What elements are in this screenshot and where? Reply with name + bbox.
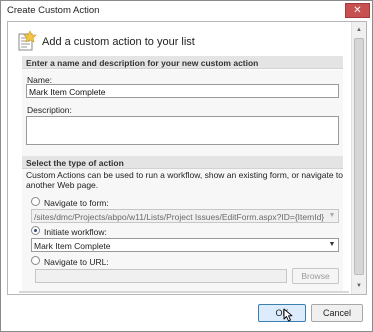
cancel-button[interactable]: Cancel — [311, 304, 363, 322]
close-button[interactable]: ✕ — [345, 3, 370, 18]
navigate-form-label: Navigate to form: — [44, 198, 109, 208]
name-input[interactable]: Mark Item Complete — [26, 84, 339, 98]
navigate-form-value: /sites/dmc/Projects/abpo/w11/Lists/Proje… — [34, 212, 325, 222]
dialog-title: Create Custom Action — [7, 5, 100, 16]
browse-button[interactable]: Browse — [292, 268, 339, 284]
mouse-pointer-icon — [283, 308, 293, 322]
navigate-form-radio[interactable] — [31, 197, 40, 206]
initiate-workflow-radio[interactable] — [31, 226, 40, 235]
name-section-header: Enter a name and description for your ne… — [22, 56, 343, 69]
close-icon: ✕ — [353, 5, 362, 16]
scroll-content: Add a custom action to your list Enter a… — [9, 23, 349, 293]
ok-button[interactable]: OK — [258, 304, 306, 322]
scroll-up-icon[interactable]: ▲ — [352, 23, 366, 37]
description-label: Description: — [27, 105, 72, 115]
url-input[interactable] — [35, 269, 287, 283]
initiate-workflow-label: Initiate workflow: — [44, 227, 107, 237]
description-input[interactable] — [26, 116, 339, 145]
workflow-value: Mark Item Complete — [34, 241, 111, 251]
navigate-url-radio[interactable] — [31, 256, 40, 265]
action-section-header: Select the type of action — [22, 156, 343, 169]
create-custom-action-dialog: Create Custom Action ✕ Add a custom acti… — [0, 0, 373, 332]
scrollbar-thumb[interactable] — [354, 38, 364, 275]
workflow-dropdown[interactable]: Mark Item Complete ▼ — [31, 238, 339, 252]
navigate-url-label: Navigate to URL: — [44, 257, 109, 267]
dialog-body: Add a custom action to your list Enter a… — [7, 21, 367, 295]
chevron-down-icon: ▼ — [328, 241, 336, 248]
dialog-heading: Add a custom action to your list — [42, 36, 195, 48]
title-bar[interactable]: Create Custom Action ✕ — [2, 2, 371, 19]
custom-action-icon — [18, 30, 37, 51]
chevron-down-icon: ▼ — [328, 212, 336, 219]
section-bottom-edge — [19, 291, 349, 293]
scroll-down-icon[interactable]: ▼ — [352, 279, 366, 293]
navigate-form-dropdown[interactable]: /sites/dmc/Projects/abpo/w11/Lists/Proje… — [31, 209, 339, 223]
action-description: Custom Actions can be used to run a work… — [26, 170, 344, 190]
vertical-scrollbar[interactable]: ▲ ▼ — [351, 22, 366, 294]
